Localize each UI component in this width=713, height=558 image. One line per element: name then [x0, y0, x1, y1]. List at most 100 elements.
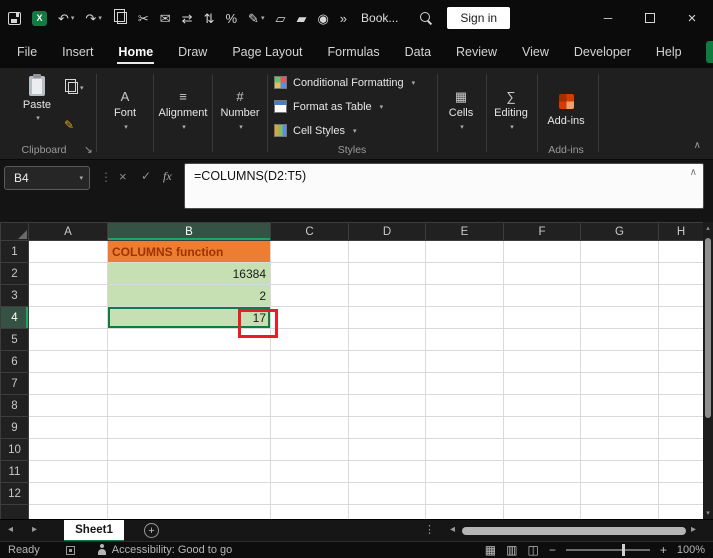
- expand-formula-bar-icon[interactable]: ∧: [690, 167, 697, 178]
- redo-button[interactable]: ↷ ▾: [85, 12, 101, 25]
- search-icon[interactable]: [420, 11, 433, 25]
- save-icon[interactable]: [8, 11, 21, 25]
- grid-cell[interactable]: [425, 460, 504, 483]
- grid-cell[interactable]: [107, 394, 271, 417]
- tab-page-layout[interactable]: Page Layout: [231, 38, 303, 66]
- undo-button[interactable]: ↶ ▾: [58, 12, 74, 25]
- grid-cell[interactable]: [658, 306, 703, 329]
- camera-button[interactable]: ◉: [317, 12, 328, 25]
- cut-button[interactable]: ✂: [138, 12, 149, 25]
- share-button[interactable]: Share▾: [705, 41, 713, 63]
- column-header-C[interactable]: C: [270, 222, 349, 241]
- column-header-E[interactable]: E: [425, 222, 504, 241]
- grid-cell[interactable]: [658, 372, 703, 395]
- grid-cell[interactable]: [580, 328, 659, 351]
- grid-cell[interactable]: [580, 306, 659, 329]
- alignment-group-button[interactable]: ≡ Alignment ▾: [155, 74, 211, 146]
- sheet-tab-sheet1[interactable]: Sheet1: [64, 520, 124, 542]
- grid-cell[interactable]: [425, 438, 504, 461]
- grid-cell[interactable]: [348, 460, 426, 483]
- grid-cell[interactable]: [270, 416, 349, 439]
- grid-cell[interactable]: [425, 306, 504, 329]
- row-header-9[interactable]: 9: [0, 416, 29, 439]
- grid-cell[interactable]: [503, 372, 581, 395]
- grid-cell[interactable]: [28, 394, 108, 417]
- row-header-1[interactable]: 1: [0, 240, 29, 263]
- grid-cell[interactable]: [580, 350, 659, 373]
- grid-cell[interactable]: [28, 262, 108, 285]
- addins-button[interactable]: Add-ins: [538, 74, 594, 146]
- grid-cell[interactable]: [658, 262, 703, 285]
- font-group-button[interactable]: A Font ▾: [98, 74, 152, 146]
- grid-cell[interactable]: [348, 262, 426, 285]
- grid-cell[interactable]: [270, 306, 349, 329]
- grid-cell[interactable]: [107, 328, 271, 351]
- page-layout-view-icon[interactable]: ▥: [506, 543, 517, 557]
- column-header-G[interactable]: G: [580, 222, 659, 241]
- vertical-scrollbar-thumb[interactable]: [705, 238, 711, 418]
- cell-B1[interactable]: COLUMNS function: [107, 240, 271, 263]
- grid-cell[interactable]: [348, 482, 426, 505]
- copy-small-button[interactable]: ▾: [64, 79, 84, 94]
- hscroll-right-icon[interactable]: ▸: [691, 524, 696, 535]
- macro-record-icon[interactable]: [65, 545, 75, 555]
- grid-cell[interactable]: [425, 262, 504, 285]
- zoom-in-icon[interactable]: +: [660, 543, 667, 557]
- grid-cell[interactable]: [28, 504, 108, 519]
- grid-cell[interactable]: [503, 394, 581, 417]
- zoom-out-icon[interactable]: −: [549, 543, 556, 557]
- cancel-entry-icon[interactable]: ×: [119, 169, 127, 184]
- grid-cell[interactable]: [107, 350, 271, 373]
- grid-cell[interactable]: [28, 240, 108, 263]
- column-header-F[interactable]: F: [503, 222, 581, 241]
- tab-draw[interactable]: Draw: [177, 38, 208, 66]
- row-header-5[interactable]: 5: [0, 328, 29, 351]
- grid-cell[interactable]: [270, 284, 349, 307]
- scroll-down-icon[interactable]: ▾: [703, 507, 713, 519]
- grid-cell[interactable]: [270, 504, 349, 519]
- eraser-button[interactable]: ▱: [275, 12, 285, 25]
- grid-cell[interactable]: [580, 394, 659, 417]
- number-group-button[interactable]: # Number ▾: [214, 74, 266, 146]
- sheet-nav-left-icon[interactable]: ◂: [8, 524, 13, 535]
- grid-cell[interactable]: [425, 240, 504, 263]
- grid-cell[interactable]: [348, 240, 426, 263]
- select-all-button[interactable]: [0, 222, 29, 241]
- grid-cell[interactable]: [107, 416, 271, 439]
- zoom-level[interactable]: 100%: [677, 544, 705, 556]
- grid-cell[interactable]: [270, 328, 349, 351]
- grid-cell[interactable]: [28, 284, 108, 307]
- grid-cell[interactable]: [28, 372, 108, 395]
- tab-insert[interactable]: Insert: [61, 38, 94, 66]
- highlighter-button[interactable]: ▰: [296, 12, 306, 25]
- row-header-11[interactable]: 11: [0, 460, 29, 483]
- grid-cell[interactable]: [28, 482, 108, 505]
- tab-review[interactable]: Review: [455, 38, 498, 66]
- row-header-3[interactable]: 3: [0, 284, 29, 307]
- grid-cell[interactable]: [503, 416, 581, 439]
- cell-B3[interactable]: 2: [107, 284, 271, 307]
- conditional-formatting-button[interactable]: Conditional Formatting ▾: [274, 76, 415, 89]
- grid-cell[interactable]: [28, 350, 108, 373]
- grid-cell[interactable]: [658, 416, 703, 439]
- grid-cell[interactable]: [107, 460, 271, 483]
- grid-cell[interactable]: [425, 328, 504, 351]
- zoom-slider[interactable]: [565, 544, 650, 556]
- grid-cell[interactable]: [107, 504, 271, 519]
- grid-cell[interactable]: [425, 372, 504, 395]
- grid-cell[interactable]: [270, 438, 349, 461]
- grid-cell[interactable]: [580, 460, 659, 483]
- minimize-button[interactable]: ─: [587, 0, 629, 36]
- grid-cell[interactable]: [425, 504, 504, 519]
- grid-cell[interactable]: [503, 460, 581, 483]
- grid-cell[interactable]: [348, 328, 426, 351]
- grid-cell[interactable]: [270, 482, 349, 505]
- sheet-bar-options-icon[interactable]: ⋮: [424, 523, 435, 536]
- grid-cell[interactable]: [658, 284, 703, 307]
- grid-cell[interactable]: [270, 372, 349, 395]
- toolbar-overflow-button[interactable]: »: [340, 12, 347, 25]
- format-painter-button[interactable]: ✎: [64, 118, 74, 132]
- name-box[interactable]: B4 ▾: [4, 166, 90, 190]
- paste-button[interactable]: Paste ▾: [14, 74, 60, 122]
- confirm-entry-icon[interactable]: ✓: [141, 169, 151, 183]
